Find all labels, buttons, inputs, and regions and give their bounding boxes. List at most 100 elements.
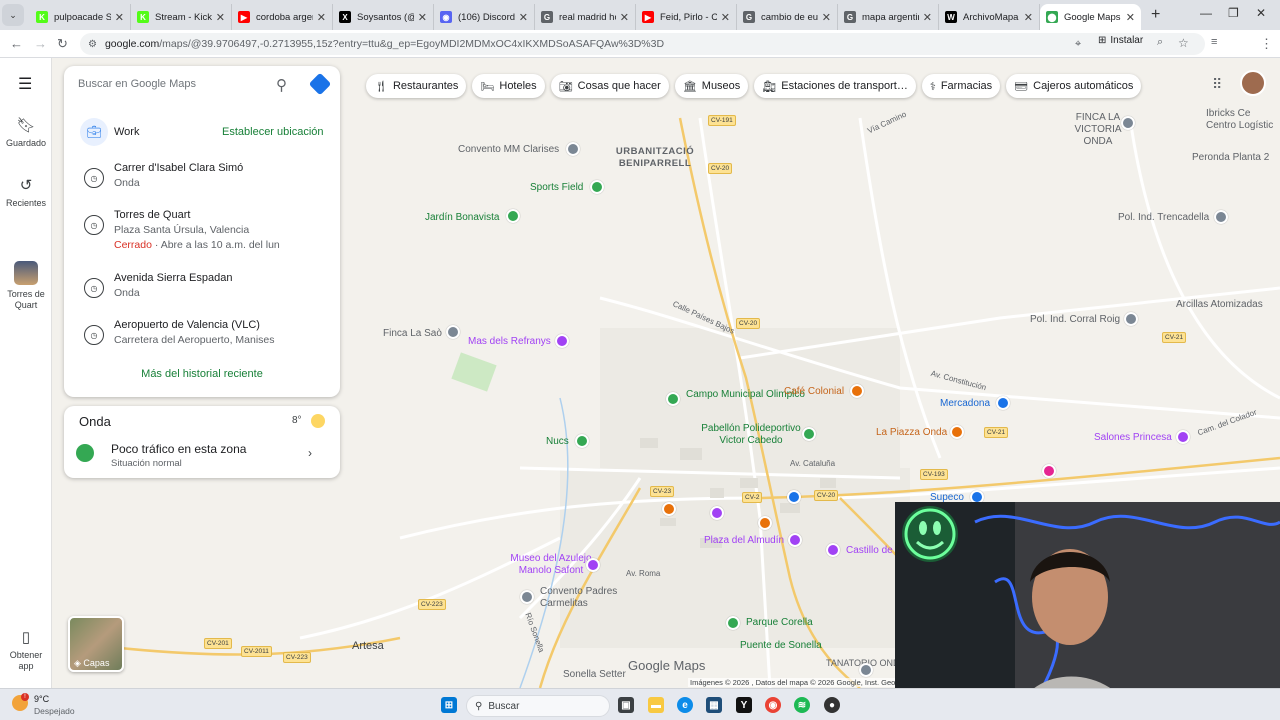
- poi-pin[interactable]: [1121, 116, 1135, 130]
- browser-tab[interactable]: K Stream - Kick ✕: [131, 4, 232, 30]
- area-info-card[interactable]: Onda 8° Poco tráfico en esta zona Situac…: [64, 406, 340, 478]
- zoom-icon[interactable]: ⌕: [1157, 36, 1163, 49]
- poi-pin[interactable]: [758, 516, 772, 530]
- directions-icon[interactable]: [308, 72, 332, 96]
- location-icon[interactable]: ⌖: [1075, 38, 1081, 51]
- spotify-icon[interactable]: ≋: [794, 697, 810, 713]
- recent-item[interactable]: ◷ Torres de Quart Plaza Santa Úrsula, Vale…: [64, 209, 340, 253]
- recent-button[interactable]: ↺ Recientes: [0, 176, 52, 209]
- layers-button[interactable]: ◈ Capas: [68, 616, 124, 672]
- recent-place-torres[interactable]: Torres de Quart: [0, 261, 52, 311]
- poi-pin[interactable]: [506, 209, 520, 223]
- poi-pin[interactable]: [1124, 312, 1138, 326]
- browser-tab[interactable]: ▶ cordoba argen ✕: [232, 4, 333, 30]
- tab-close-icon[interactable]: ✕: [216, 11, 225, 24]
- poi-pin[interactable]: [666, 392, 680, 406]
- back-button[interactable]: ←: [10, 36, 23, 51]
- browser-tab[interactable]: Greal madrid hc ✕: [535, 4, 636, 30]
- poi-pin[interactable]: [575, 434, 589, 448]
- task-view-icon[interactable]: ▣: [618, 697, 634, 713]
- poi-pin[interactable]: [1042, 464, 1056, 478]
- app-y-icon[interactable]: Y: [736, 697, 752, 713]
- taskbar-search[interactable]: ⚲ Buscar: [466, 695, 610, 717]
- poi-pin[interactable]: [520, 590, 534, 604]
- edge-icon[interactable]: e: [677, 697, 693, 713]
- poi-pin[interactable]: [787, 490, 801, 504]
- poi-pin[interactable]: [710, 506, 724, 520]
- account-avatar[interactable]: [1240, 70, 1266, 96]
- poi-pin[interactable]: [788, 533, 802, 547]
- tab-close-icon[interactable]: ✕: [1126, 11, 1135, 24]
- recent-item[interactable]: ◷ Carrer d'Isabel Clara Simó Onda: [64, 162, 340, 206]
- tab-close-icon[interactable]: ✕: [721, 11, 730, 24]
- browser-tab[interactable]: Gcambio de eu ✕: [737, 4, 838, 30]
- obs-icon[interactable]: ●: [824, 697, 840, 713]
- search-input[interactable]: [78, 78, 258, 90]
- url-field[interactable]: ⚙ google.com /maps/@39.9706497,-0.271395…: [80, 33, 1205, 55]
- new-tab-button[interactable]: +: [1151, 6, 1160, 24]
- reload-button[interactable]: ↻: [57, 36, 68, 52]
- poi-pin[interactable]: [996, 396, 1010, 410]
- more-history-link[interactable]: Más del historial reciente: [64, 368, 340, 380]
- poi-pin[interactable]: [826, 543, 840, 557]
- minimize-button[interactable]: —: [1200, 6, 1212, 20]
- poi-pin[interactable]: [726, 616, 740, 630]
- chip-things-to-do[interactable]: 📷︎ Cosas que hacer: [550, 74, 669, 98]
- chip-atms[interactable]: 💳︎ Cajeros automáticos: [1006, 74, 1142, 98]
- poi-pin[interactable]: [446, 325, 460, 339]
- restore-button[interactable]: ❐: [1228, 6, 1239, 20]
- poi-pin[interactable]: [859, 663, 873, 677]
- tab-close-icon[interactable]: ✕: [115, 11, 124, 24]
- chip-restaurants[interactable]: 🍴︎ Restaurantes: [366, 74, 467, 98]
- windows-start-icon[interactable]: ⊞: [441, 697, 457, 713]
- browser-tab[interactable]: Gmapa argentin ✕: [838, 4, 939, 30]
- store-icon[interactable]: ▦: [706, 697, 722, 713]
- browser-tab[interactable]: ⬤ Google Maps ✕: [1040, 4, 1141, 30]
- set-location-link[interactable]: Establecer ubicación: [222, 126, 324, 138]
- install-app-button[interactable]: ⊞ Instalar: [1098, 35, 1143, 46]
- tab-close-icon[interactable]: ✕: [822, 11, 831, 24]
- recent-item[interactable]: ◷ Aeropuerto de Valencia (VLC) Carretera d…: [64, 319, 340, 363]
- forward-button[interactable]: →: [34, 36, 47, 51]
- chip-museums[interactable]: 🏛︎ Museos: [674, 74, 749, 98]
- browser-tab[interactable]: Kpulpoacade St ✕: [30, 4, 131, 30]
- saved-button[interactable]: 🔖︎ Guardado: [0, 116, 52, 148]
- browser-tab[interactable]: W ArchivoMapa ✕: [939, 4, 1040, 30]
- poi-pin[interactable]: [950, 425, 964, 439]
- browser-tab[interactable]: ◉ (106) Discord ✕: [434, 4, 535, 30]
- media-control-icon[interactable]: ≡: [1211, 36, 1217, 48]
- tab-close-icon[interactable]: ✕: [620, 11, 629, 24]
- tab-close-icon[interactable]: ✕: [923, 11, 932, 24]
- bookmark-star-icon[interactable]: ☆: [1178, 36, 1189, 50]
- tab-close-icon[interactable]: ✕: [519, 11, 528, 24]
- poi-pin[interactable]: [1176, 430, 1190, 444]
- chip-hotels[interactable]: 🛏︎ Hoteles: [472, 74, 545, 98]
- tab-close-icon[interactable]: ✕: [1024, 11, 1033, 24]
- menu-icon[interactable]: ☰: [18, 74, 32, 94]
- chip-pharmacies[interactable]: ⚕︎ Farmacias: [921, 74, 1001, 98]
- poi-pin[interactable]: [662, 502, 676, 516]
- recent-item[interactable]: ◷ Avenida Sierra Espadan Onda: [64, 272, 340, 316]
- search-icon[interactable]: ⚲: [276, 76, 287, 94]
- browser-menu-icon[interactable]: ⋮: [1260, 36, 1273, 52]
- poi-pin[interactable]: [555, 334, 569, 348]
- poi-pin[interactable]: [850, 384, 864, 398]
- chip-transit[interactable]: 🚉︎ Estaciones de transport…: [754, 74, 916, 98]
- chrome-icon[interactable]: ◉: [765, 697, 781, 713]
- browser-tab[interactable]: X Soysantos (@ ✕: [333, 4, 434, 30]
- site-info-icon[interactable]: ⚙: [88, 39, 97, 50]
- get-app-button[interactable]: ▯ Obtener app: [0, 628, 52, 672]
- file-explorer-icon[interactable]: ▬: [648, 697, 664, 713]
- apps-grid-icon[interactable]: ⠿: [1212, 76, 1222, 93]
- close-window-button[interactable]: ✕: [1256, 6, 1266, 20]
- poi-pin[interactable]: [590, 180, 604, 194]
- poi-pin[interactable]: [586, 558, 600, 572]
- poi-pin[interactable]: [1214, 210, 1228, 224]
- tab-close-icon[interactable]: ✕: [317, 11, 326, 24]
- browser-tab[interactable]: ▶ Feid, Pirlo - Cu ✕: [636, 4, 737, 30]
- tab-search-button[interactable]: ⌄: [2, 4, 24, 26]
- poi-pin[interactable]: [802, 427, 816, 441]
- work-row[interactable]: 💼︎ Work Establecer ubicación: [64, 118, 340, 148]
- tab-close-icon[interactable]: ✕: [418, 11, 427, 24]
- poi-pin[interactable]: [566, 142, 580, 156]
